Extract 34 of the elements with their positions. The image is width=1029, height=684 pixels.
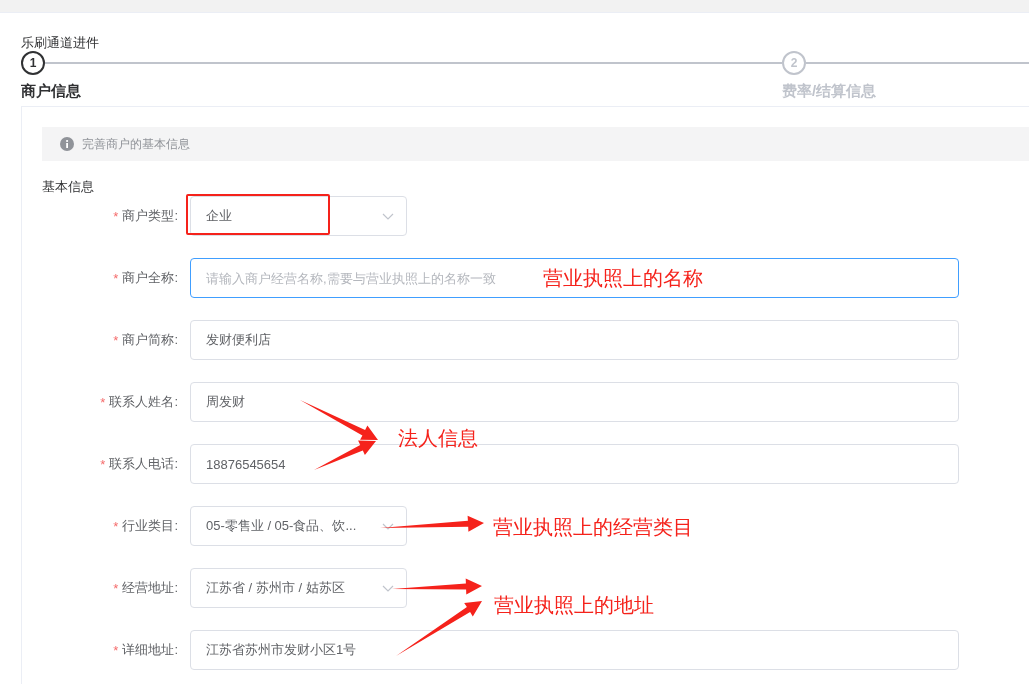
select-field[interactable]: 企业 (190, 196, 407, 236)
field-label: 商户类型: (122, 207, 178, 225)
chevron-down-icon (382, 212, 394, 220)
page-title: 乐刷通道进件 (21, 35, 99, 51)
text-field[interactable]: 江苏省苏州市发财小区1号 (190, 630, 959, 670)
field-label: 联系人姓名: (109, 393, 178, 411)
info-icon (60, 137, 74, 151)
text-field[interactable]: 周发财 (190, 382, 959, 422)
select-field[interactable]: 05-零售业 / 05-食品、饮... (190, 506, 407, 546)
alert-text: 完善商户的基本信息 (82, 135, 190, 153)
section-title: 基本信息 (42, 179, 94, 195)
required-mark: * (113, 208, 119, 224)
arrow (314, 440, 376, 470)
annotation-text: 营业执照上的地址 (494, 593, 654, 617)
chevron-down-icon (382, 584, 394, 592)
required-mark: * (113, 270, 119, 286)
field-label: 商户全称: (122, 269, 178, 287)
required-mark: * (113, 580, 119, 596)
field-label: 行业类目: (122, 517, 178, 535)
field-label: 经营地址: (122, 579, 178, 597)
required-mark: * (113, 642, 119, 658)
required-mark: * (100, 394, 106, 410)
annotation-text: 营业执照上的名称 (543, 266, 703, 290)
field-label: 商户简称: (122, 331, 178, 349)
text-field[interactable]: 发财便利店 (190, 320, 959, 360)
annotation-text: 营业执照上的经营类目 (493, 515, 693, 539)
select-field[interactable]: 江苏省 / 苏州市 / 姑苏区 (190, 568, 407, 608)
step-label[interactable]: 商户信息 (21, 81, 81, 101)
required-mark: * (100, 456, 106, 472)
field-label: 联系人电话: (109, 455, 178, 473)
step-number[interactable]: 1 (21, 51, 45, 75)
required-mark: * (113, 518, 119, 534)
required-mark: * (113, 332, 119, 348)
field-label: 详细地址: (122, 641, 178, 659)
